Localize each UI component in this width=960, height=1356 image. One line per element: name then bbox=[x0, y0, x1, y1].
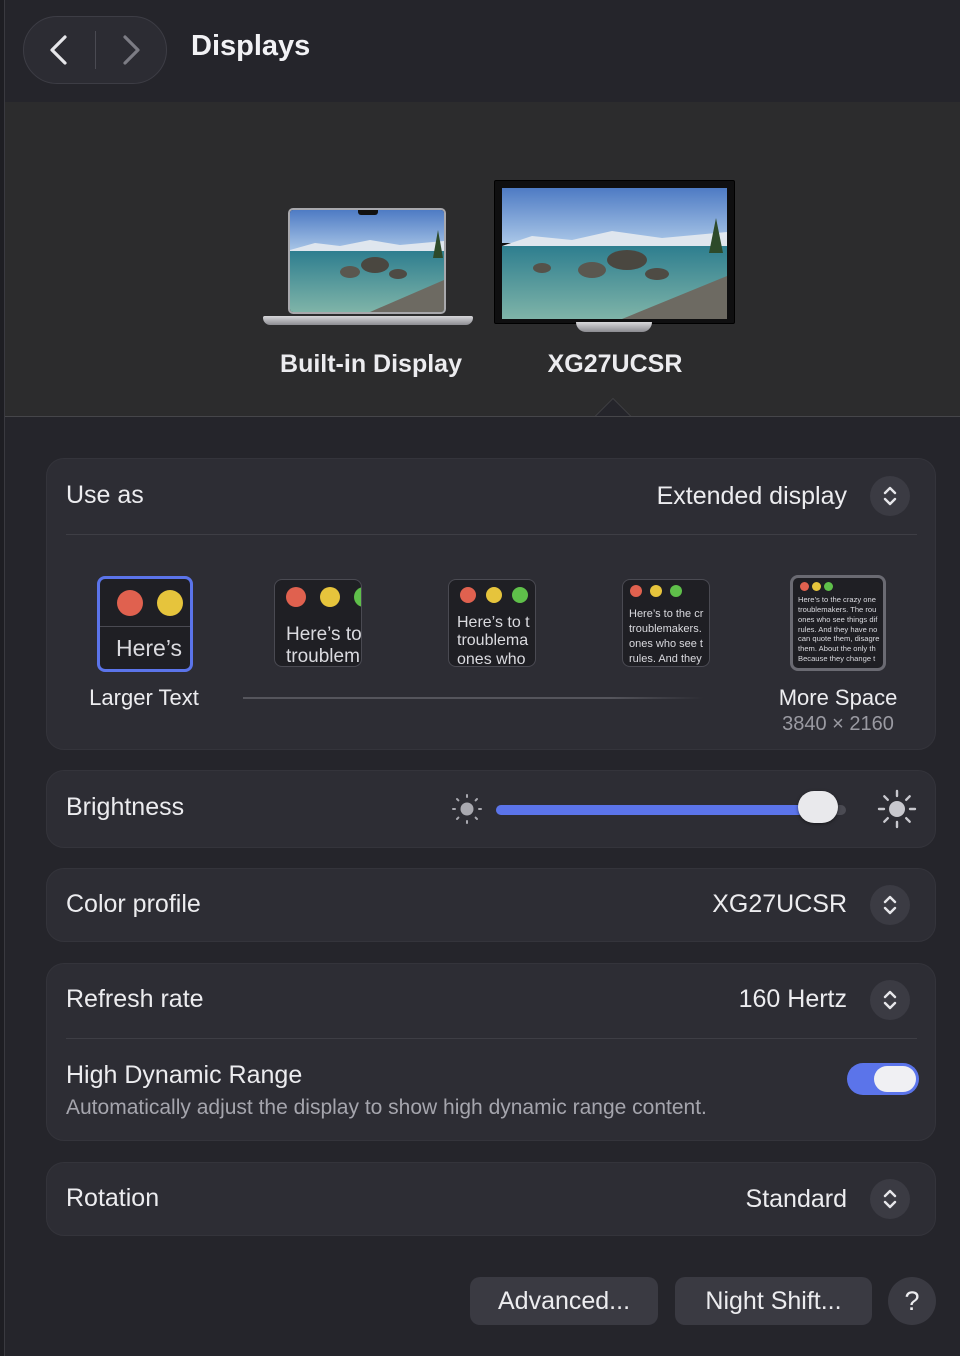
card-divider bbox=[66, 1038, 917, 1039]
hdr-label: High Dynamic Range bbox=[66, 1061, 303, 1089]
resolution-option-larger-text[interactable]: Here’s bbox=[97, 576, 193, 672]
rotation-label: Rotation bbox=[66, 1184, 160, 1212]
brightness-slider[interactable] bbox=[496, 805, 846, 815]
refresh-rate-label: Refresh rate bbox=[66, 985, 204, 1013]
display-arrangement: Built-in Display XG27UCSR bbox=[5, 102, 960, 417]
selected-display-indicator bbox=[595, 398, 631, 416]
resolution-option-4[interactable]: Here’s to the cr troublemakers. ones who… bbox=[622, 579, 710, 667]
page-title: Displays bbox=[191, 30, 311, 62]
color-profile-value[interactable]: XG27UCSR bbox=[712, 890, 847, 919]
advanced-button[interactable]: Advanced... bbox=[470, 1277, 658, 1325]
chevron-up-down-icon bbox=[883, 486, 897, 506]
resolution-option-2[interactable]: Here’s to troublem bbox=[274, 579, 362, 667]
hdr-description: Automatically adjust the display to show… bbox=[66, 1096, 707, 1119]
chevron-up-down-icon bbox=[883, 1189, 897, 1209]
refresh-hdr-card: Refresh rate 160 Hertz High Dynamic Rang… bbox=[46, 963, 936, 1141]
refresh-rate-popup-button[interactable] bbox=[870, 980, 910, 1020]
displays-window: Displays Built-in Display XG27UCSR Use a… bbox=[4, 0, 960, 1356]
display-name-external: XG27UCSR bbox=[547, 350, 683, 378]
resolution-option-3[interactable]: Here’s to t troublema ones who bbox=[448, 579, 536, 667]
laptop-base bbox=[263, 316, 473, 325]
navigation-buttons bbox=[23, 16, 167, 84]
forward-button[interactable] bbox=[96, 17, 167, 83]
brightness-slider-knob[interactable] bbox=[798, 791, 838, 823]
external-display-thumbnail[interactable] bbox=[494, 180, 735, 332]
monitor-stand bbox=[576, 322, 652, 332]
chevron-up-down-icon bbox=[883, 990, 897, 1010]
built-in-display-thumbnail[interactable] bbox=[263, 208, 473, 333]
hdr-toggle[interactable] bbox=[847, 1063, 919, 1095]
resolution-option-more-space[interactable]: Here’s to the crazy one troublemakers. T… bbox=[790, 575, 886, 671]
use-as-value[interactable]: Extended display bbox=[657, 482, 847, 511]
rotation-value[interactable]: Standard bbox=[746, 1185, 847, 1214]
sun-bright-icon bbox=[877, 789, 917, 829]
color-profile-card: Color profile XG27UCSR bbox=[46, 868, 936, 942]
resolution-label-larger-text: Larger Text bbox=[89, 685, 199, 710]
chevron-left-icon bbox=[50, 35, 67, 65]
monitor-icon bbox=[494, 180, 735, 324]
resolution-sample-text: Here’s to the crazy one troublemakers. T… bbox=[798, 595, 880, 664]
use-as-label: Use as bbox=[66, 481, 144, 509]
brightness-label: Brightness bbox=[66, 793, 185, 821]
use-as-popup-button[interactable] bbox=[870, 476, 910, 516]
resolution-sample-text: Here’s to troublem bbox=[286, 624, 362, 667]
back-button[interactable] bbox=[24, 17, 95, 83]
rotation-card: Rotation Standard bbox=[46, 1162, 936, 1236]
brightness-card: Brightness bbox=[46, 770, 936, 848]
resolution-scale-track bbox=[243, 697, 703, 699]
resolution-sample-text: Here’s to t troublema ones who bbox=[457, 614, 530, 667]
use-as-card: Use as Extended display Here’s Larger Te… bbox=[46, 458, 936, 750]
resolution-label-more-space: More Space bbox=[778, 685, 898, 710]
brightness-slider-fill bbox=[496, 805, 818, 815]
chevron-up-down-icon bbox=[883, 895, 897, 915]
resolution-sample-text: Here’s bbox=[116, 635, 183, 661]
color-profile-popup-button[interactable] bbox=[870, 885, 910, 925]
resolution-sample-text: Here’s to the cr troublemakers. ones who… bbox=[629, 608, 704, 665]
refresh-rate-value[interactable]: 160 Hertz bbox=[739, 985, 847, 1014]
sun-dim-icon bbox=[452, 794, 482, 824]
color-profile-label: Color profile bbox=[66, 890, 201, 918]
night-shift-button[interactable]: Night Shift... bbox=[675, 1277, 872, 1325]
hdr-toggle-knob bbox=[874, 1066, 916, 1092]
laptop-icon bbox=[288, 208, 446, 314]
resolution-size: 3840 × 2160 bbox=[782, 713, 894, 735]
toolbar: Displays bbox=[5, 0, 960, 102]
card-divider bbox=[66, 534, 917, 535]
display-name-built-in: Built-in Display bbox=[280, 350, 462, 378]
chevron-right-icon bbox=[123, 35, 140, 65]
help-button[interactable]: ? bbox=[888, 1277, 936, 1325]
rotation-popup-button[interactable] bbox=[870, 1179, 910, 1219]
